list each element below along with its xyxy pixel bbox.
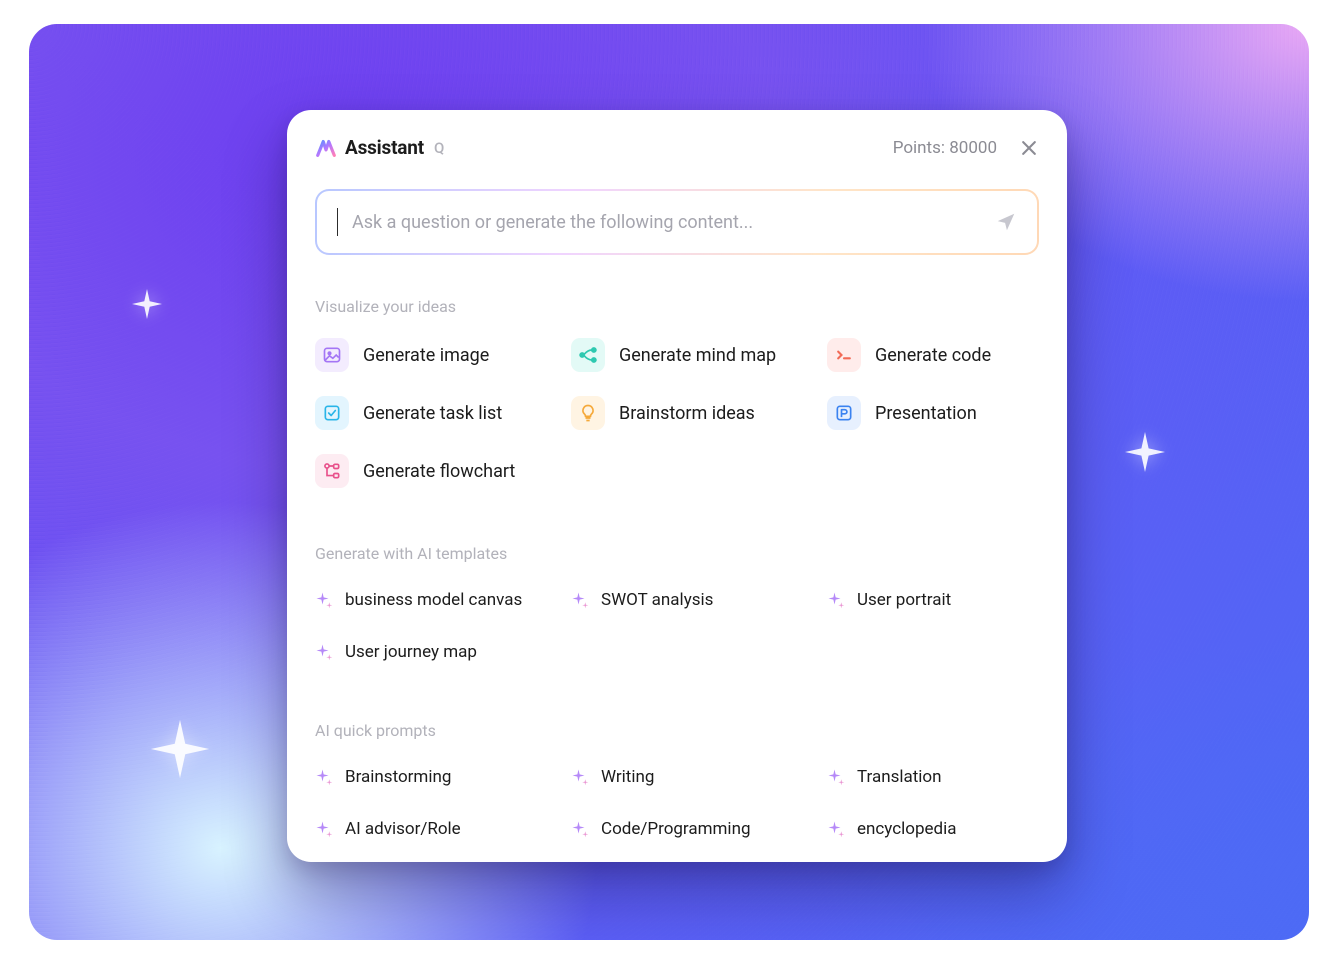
close-button[interactable] <box>1019 138 1039 158</box>
sparkle-icon <box>315 591 333 609</box>
action-generate-flowchart[interactable]: Generate flowchart <box>315 450 571 492</box>
prompt-label: Translation <box>857 767 942 787</box>
prompt-label: AI advisor/Role <box>345 819 461 839</box>
prompt-label: Code/Programming <box>601 819 751 839</box>
prompt-label: encyclopedia <box>857 819 957 839</box>
send-button[interactable] <box>995 211 1017 233</box>
action-generate-tasklist[interactable]: Generate task list <box>315 392 571 434</box>
sparkle-icon <box>315 643 333 661</box>
template-item[interactable]: SWOT analysis <box>571 581 827 619</box>
action-presentation[interactable]: Presentation <box>827 392 1039 434</box>
sparkle-icon <box>129 286 165 322</box>
flowchart-icon <box>315 454 349 488</box>
template-label: User portrait <box>857 590 951 610</box>
prompt-placeholder: Ask a question or generate the following… <box>352 212 981 233</box>
action-generate-mindmap[interactable]: Generate mind map <box>571 334 827 376</box>
prompt-item[interactable]: Brainstorming <box>315 758 571 796</box>
prompt-item[interactable]: AI advisor/Role <box>315 810 571 848</box>
sparkle-icon <box>571 768 589 786</box>
prompt-item[interactable]: Code/Programming <box>571 810 827 848</box>
template-item[interactable]: business model canvas <box>315 581 571 619</box>
prompt-label: Writing <box>601 767 654 787</box>
sparkle-icon <box>315 820 333 838</box>
template-item[interactable]: User portrait <box>827 581 1039 619</box>
mindmap-icon <box>571 338 605 372</box>
template-label: SWOT analysis <box>601 590 713 610</box>
section-templates: Generate with AI templates business mode… <box>315 544 1039 685</box>
prompts-grid: Brainstorming Writing Translation <box>315 758 1039 862</box>
template-label: User journey map <box>345 642 477 662</box>
section-prompts: AI quick prompts Brainstorming Writing <box>315 721 1039 862</box>
sparkle-icon <box>315 768 333 786</box>
action-generate-image[interactable]: Generate image <box>315 334 571 376</box>
code-icon <box>827 338 861 372</box>
image-icon <box>315 338 349 372</box>
action-label: Generate code <box>875 345 991 366</box>
section-title: AI quick prompts <box>315 721 1039 740</box>
sparkle-icon <box>827 768 845 786</box>
prompt-item[interactable]: Translation <box>827 758 1039 796</box>
prompt-item[interactable]: Writing <box>571 758 827 796</box>
sparkle-icon <box>145 714 215 784</box>
presentation-icon <box>827 396 861 430</box>
prompt-item[interactable]: encyclopedia <box>827 810 1039 848</box>
points-display: Points: 80000 <box>893 138 997 158</box>
action-brainstorm[interactable]: Brainstorm ideas <box>571 392 827 434</box>
sparkle-icon <box>827 820 845 838</box>
action-generate-code[interactable]: Generate code <box>827 334 1039 376</box>
action-label: Brainstorm ideas <box>619 403 755 424</box>
section-visualize: Visualize your ideas Generate image Gene… <box>315 297 1039 508</box>
app-logo-icon <box>315 137 337 159</box>
tasklist-icon <box>315 396 349 430</box>
bulb-icon <box>571 396 605 430</box>
visualize-grid: Generate image Generate mind map Generat… <box>315 334 1039 508</box>
template-item[interactable]: User journey map <box>315 633 571 671</box>
templates-grid: business model canvas SWOT analysis User… <box>315 581 1039 685</box>
section-title: Visualize your ideas <box>315 297 1039 316</box>
action-label: Generate mind map <box>619 345 776 366</box>
backdrop: Assistant Q Points: 80000 Ask a question… <box>29 24 1309 940</box>
section-title: Generate with AI templates <box>315 544 1039 563</box>
sparkle-icon <box>1121 428 1169 476</box>
sparkle-icon <box>571 591 589 609</box>
action-label: Generate flowchart <box>363 461 515 482</box>
sparkle-icon <box>827 591 845 609</box>
panel-header: Assistant Q Points: 80000 <box>315 136 1039 159</box>
assistant-panel: Assistant Q Points: 80000 Ask a question… <box>287 110 1067 862</box>
sparkle-icon <box>571 820 589 838</box>
text-cursor <box>337 208 338 236</box>
action-label: Presentation <box>875 403 977 424</box>
action-label: Generate task list <box>363 403 502 424</box>
app-title: Assistant <box>345 136 424 159</box>
prompt-input-wrap: Ask a question or generate the following… <box>315 189 1039 255</box>
prompt-label: Brainstorming <box>345 767 451 787</box>
action-label: Generate image <box>363 345 489 366</box>
q-badge: Q <box>434 139 444 157</box>
template-label: business model canvas <box>345 590 522 610</box>
prompt-input[interactable]: Ask a question or generate the following… <box>317 191 1037 253</box>
